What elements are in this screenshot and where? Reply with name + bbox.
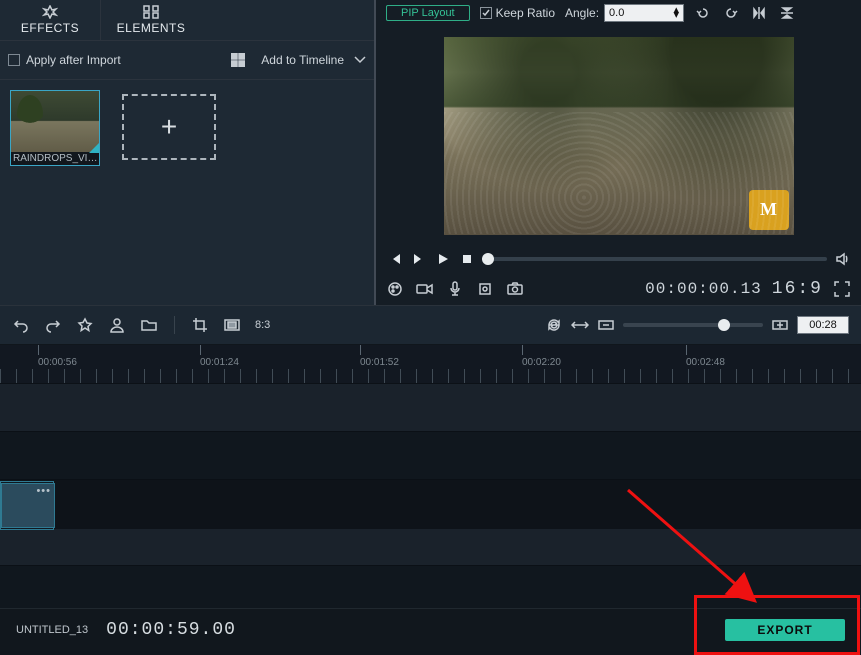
playback-slider[interactable] [482,257,827,261]
angle-label: Angle: [565,6,599,20]
timeline-tracks[interactable]: ••• [0,384,861,614]
aspect-icon[interactable] [223,316,241,334]
timeline-clip[interactable]: ••• [1,483,55,528]
fit-icon[interactable] [571,316,589,334]
angle-input[interactable]: 0.0 ▴▾ [604,4,684,22]
favorite-icon[interactable] [76,316,94,334]
rotate-left-icon[interactable] [694,4,712,22]
keep-ratio-label: Keep Ratio [496,6,555,20]
record-icon[interactable] [416,280,434,298]
elements-icon [143,5,159,19]
flip-horizontal-icon[interactable] [750,4,768,22]
pip-layout-button[interactable]: PIP Layout [386,5,470,21]
grid-view-icon[interactable] [229,51,247,69]
play-button[interactable] [434,250,452,268]
zoom-in-icon[interactable] [771,316,789,334]
clip-menu-icon: ••• [36,485,51,497]
track-row[interactable] [0,566,861,614]
preview-timecode: 00:00:00.13 [645,280,762,298]
apply-after-import-checkbox[interactable]: Apply after Import [8,53,121,67]
ruler-mark: 00:02:48 [686,345,725,368]
import-media-button[interactable]: + [122,94,216,160]
zoom-slider[interactable] [623,323,763,327]
project-timecode: 00:00:59.00 [106,620,236,640]
aspect-ratio: 16:9 [772,279,823,299]
checkbox-icon [8,54,20,66]
ruler-mark: 00:00:56 [38,345,77,368]
crop-icon[interactable] [191,316,209,334]
stop-button[interactable] [458,250,476,268]
volume-icon[interactable] [833,250,851,268]
timeline-ruler[interactable]: 00:00:56 00:01:24 00:01:52 00:02:20 00:02:48 [0,345,861,384]
apply-after-import-label: Apply after Import [26,53,121,67]
color-icon[interactable] [386,280,404,298]
tab-effects[interactable]: EFFECTS [0,0,100,40]
fullscreen-icon[interactable] [833,280,851,298]
effects-icon [42,5,58,19]
spinner-icon: ▴▾ [674,8,680,18]
video-preview[interactable]: M [444,37,794,235]
tab-elements[interactable]: ELEMENTS [100,0,201,40]
checkbox-icon [480,7,492,19]
marker-icon[interactable] [476,280,494,298]
tab-elements-label: ELEMENTS [117,21,186,35]
flip-vertical-icon[interactable] [778,4,796,22]
keep-ratio-checkbox[interactable]: Keep Ratio [480,6,555,20]
rotate-right-icon[interactable] [722,4,740,22]
ruler-mark: 00:01:24 [200,345,239,368]
media-thumbnail[interactable]: RAINDROPS_VI… [10,90,100,166]
media-thumbnail-label: RAINDROPS_VI… [11,152,99,165]
angle-value: 0.0 [609,7,624,19]
redo-icon[interactable] [44,316,62,334]
ruler-mark: 00:01:52 [360,345,399,368]
zoom-value-input[interactable]: 00:28 [797,316,849,334]
project-name: UNTITLED_13 [16,624,88,636]
voiceover-icon[interactable] [446,280,464,298]
track-row[interactable] [0,432,861,480]
chevron-down-icon [354,55,366,65]
tab-effects-label: EFFECTS [21,21,79,35]
track-row[interactable] [0,529,861,566]
undo-icon[interactable] [12,316,30,334]
watermark-icon: M [749,190,789,230]
folder-icon[interactable] [140,316,158,334]
ruler-mark: 00:02:20 [522,345,561,368]
export-button[interactable]: EXPORT [725,619,845,641]
prev-frame-button[interactable] [386,250,404,268]
track-row[interactable]: ••• [0,481,54,530]
zoom-out-icon[interactable] [597,316,615,334]
add-to-timeline-button[interactable]: Add to Timeline [261,53,366,67]
snapshot-icon[interactable] [506,280,524,298]
track-row[interactable] [0,384,861,432]
profile-icon[interactable] [108,316,126,334]
plus-icon: + [161,111,177,143]
next-frame-button[interactable] [410,250,428,268]
add-to-timeline-label: Add to Timeline [261,53,344,67]
timeline-ratio: 8:3 [255,319,270,331]
loop-icon[interactable] [545,316,563,334]
